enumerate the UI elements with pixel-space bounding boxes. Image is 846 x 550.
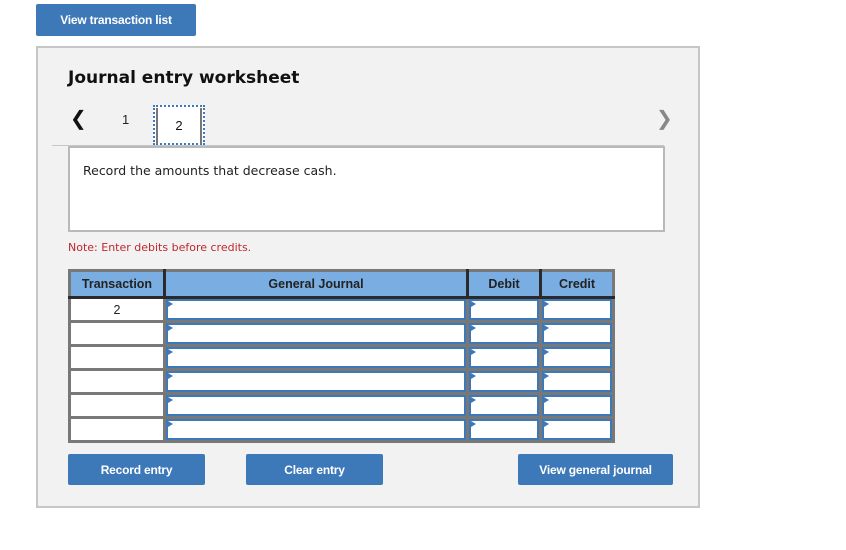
table-header-row: Transaction General Journal Debit Credit — [69, 270, 614, 299]
chevron-left-icon[interactable]: ❮ — [70, 106, 87, 130]
account-input[interactable] — [166, 299, 466, 320]
credit-input[interactable] — [542, 395, 612, 416]
credit-input[interactable] — [542, 419, 612, 440]
journal-entry-worksheet-panel: Journal entry worksheet ❮ 1 2 ❯ Record t… — [36, 46, 700, 508]
table-row — [68, 392, 615, 419]
header-debit: Debit — [466, 270, 542, 299]
instruction-box: Record the amounts that decrease cash. — [68, 146, 665, 232]
account-cell — [163, 320, 469, 347]
debit-cell — [466, 392, 542, 419]
chevron-right-icon[interactable]: ❯ — [656, 106, 673, 130]
view-transaction-list-button[interactable]: View transaction list — [36, 4, 196, 36]
tab-1[interactable]: 1 — [122, 112, 129, 127]
account-cell — [163, 392, 469, 419]
credit-cell — [539, 392, 615, 419]
credit-input[interactable] — [542, 347, 612, 368]
credit-cell — [539, 320, 615, 347]
instruction-text: Record the amounts that decrease cash. — [83, 163, 337, 178]
account-input[interactable] — [166, 371, 466, 392]
debit-input[interactable] — [469, 347, 539, 368]
credit-cell — [539, 416, 615, 443]
transaction-cell — [68, 320, 166, 347]
worksheet-title: Journal entry worksheet — [68, 68, 300, 88]
debit-input[interactable] — [469, 323, 539, 344]
transaction-cell — [68, 368, 166, 395]
credit-cell — [539, 344, 615, 371]
debit-input[interactable] — [469, 371, 539, 392]
journal-table: Transaction General Journal Debit Credit… — [68, 269, 615, 443]
credit-input[interactable] — [542, 371, 612, 392]
credit-cell — [539, 296, 615, 323]
table-row — [68, 320, 615, 347]
debit-input[interactable] — [469, 299, 539, 320]
account-input[interactable] — [166, 419, 466, 440]
transaction-cell — [68, 344, 166, 371]
account-input[interactable] — [166, 395, 466, 416]
debit-cell — [466, 344, 542, 371]
table-row — [68, 416, 615, 443]
debit-input[interactable] — [469, 419, 539, 440]
tab-2[interactable]: 2 — [153, 105, 205, 145]
account-input[interactable] — [166, 347, 466, 368]
header-transaction: Transaction — [69, 270, 166, 299]
debit-cell — [466, 416, 542, 443]
header-credit: Credit — [539, 270, 614, 299]
note-text: Note: Enter debits before credits. — [68, 241, 252, 254]
header-general-journal: General Journal — [163, 270, 469, 299]
table-row — [68, 344, 615, 371]
transaction-cell — [68, 416, 166, 443]
tab-2-label: 2 — [175, 117, 183, 133]
credit-cell — [539, 368, 615, 395]
table-row: 2 — [68, 296, 615, 323]
account-cell — [163, 368, 469, 395]
account-cell — [163, 296, 469, 323]
table-row — [68, 368, 615, 395]
account-input[interactable] — [166, 323, 466, 344]
clear-entry-button[interactable]: Clear entry — [246, 454, 383, 485]
transaction-cell: 2 — [68, 296, 166, 323]
debit-input[interactable] — [469, 395, 539, 416]
account-cell — [163, 344, 469, 371]
debit-cell — [466, 320, 542, 347]
debit-cell — [466, 368, 542, 395]
credit-input[interactable] — [542, 299, 612, 320]
account-cell — [163, 416, 469, 443]
record-entry-button[interactable]: Record entry — [68, 454, 205, 485]
transaction-cell — [68, 392, 166, 419]
credit-input[interactable] — [542, 323, 612, 344]
view-general-journal-button[interactable]: View general journal — [518, 454, 673, 485]
debit-cell — [466, 296, 542, 323]
